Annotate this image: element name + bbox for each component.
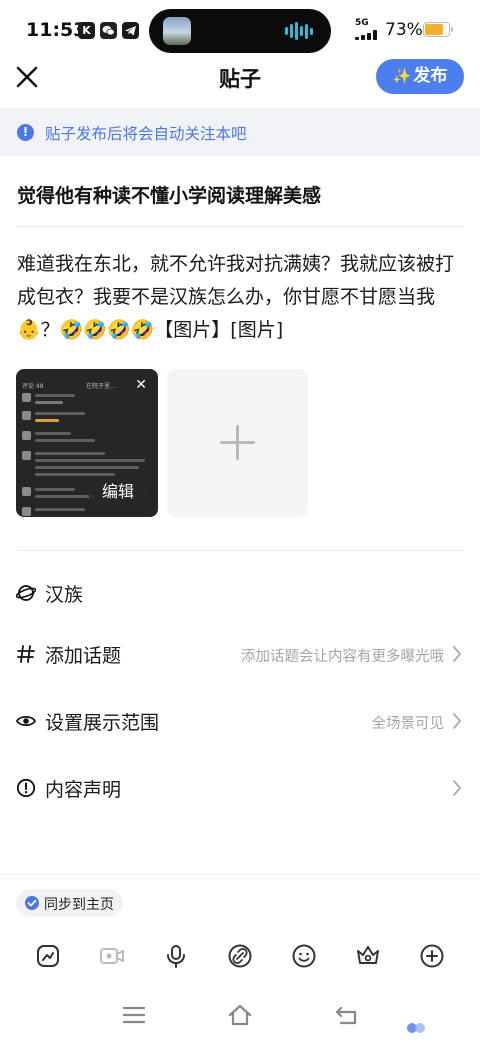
sticker-icon[interactable]	[35, 943, 61, 969]
divider	[17, 550, 464, 551]
emoji-icon[interactable]	[291, 943, 317, 969]
visibility-label: 设置展示范围	[45, 712, 160, 734]
alert-circle-icon	[16, 778, 36, 798]
edit-image-button[interactable]: 编辑	[88, 478, 148, 506]
check-icon	[25, 896, 39, 910]
telegram-icon	[122, 22, 139, 39]
sync-label: 同步到主页	[44, 897, 114, 913]
forum-label: 汉族	[45, 584, 84, 606]
header: 贴子 ✨ 发布	[0, 58, 480, 98]
auto-follow-notice: ! 贴子发布后将会自动关注本吧	[0, 108, 480, 156]
chevron-right-icon	[453, 713, 461, 729]
battery-percent: 73%	[385, 20, 423, 40]
divider	[0, 874, 480, 875]
topic-hint: 添加话题会让内容有更多曝光哦	[241, 649, 444, 665]
eye-icon	[16, 715, 36, 727]
notice-text: 贴子发布后将会自动关注本吧	[45, 125, 247, 143]
link-icon[interactable]	[227, 943, 253, 969]
image-snippet: 在院子里…	[86, 383, 117, 390]
declaration-label: 内容声明	[45, 779, 122, 801]
hashtag-icon	[17, 645, 35, 663]
topic-row[interactable]: 添加话题 添加话题会让内容有更多曝光哦	[0, 628, 480, 680]
audio-wave-icon	[285, 22, 315, 40]
post-body-input[interactable]: 难道我在东北，就不允许我对抗满姨？我就应该被打成包衣？我要不是汉族怎么办，你甘愿…	[17, 248, 467, 347]
forum-icon	[16, 585, 36, 601]
media-thumbnail	[163, 17, 191, 45]
chevron-right-icon	[453, 646, 461, 662]
sync-to-homepage-toggle[interactable]: 同步到主页	[16, 889, 123, 917]
k-app-icon: K	[78, 22, 95, 39]
crown-icon[interactable]	[355, 943, 381, 969]
divider	[17, 226, 464, 227]
chevron-right-icon	[453, 780, 461, 796]
remove-image-icon[interactable]: ✕	[135, 377, 147, 393]
declaration-row[interactable]: 内容声明	[0, 762, 480, 814]
battery-cap	[451, 27, 453, 32]
visibility-value: 全场景可见	[371, 716, 445, 732]
menu-icon[interactable]	[121, 1003, 147, 1027]
signal-bars-icon	[355, 30, 381, 40]
publish-button[interactable]: ✨ 发布	[376, 59, 464, 94]
dynamic-island[interactable]	[149, 9, 331, 53]
visibility-row[interactable]: 设置展示范围 全场景可见	[0, 695, 480, 747]
publish-label: 发布	[413, 66, 448, 86]
home-icon[interactable]	[227, 1003, 253, 1027]
battery-icon	[423, 22, 450, 37]
video-icon[interactable]	[99, 943, 125, 969]
image-header: 评论 48	[22, 383, 44, 390]
battery-fill	[425, 24, 444, 35]
forum-row[interactable]: 汉族	[0, 567, 480, 619]
back-icon[interactable]	[333, 1003, 359, 1027]
post-title-input[interactable]: 觉得他有种读不懂小学阅读理解美感	[17, 181, 321, 208]
sparkle-icon: ✨	[392, 67, 412, 85]
add-icon[interactable]	[419, 943, 445, 969]
network-type: 5G	[355, 18, 369, 28]
microphone-icon[interactable]	[163, 943, 189, 969]
floating-assistant-icon[interactable]	[405, 1020, 427, 1036]
add-image-button[interactable]	[167, 369, 308, 517]
info-icon: !	[17, 124, 34, 141]
status-bar: 11:53 K 5G 73%	[0, 0, 480, 62]
wechat-icon	[100, 22, 117, 39]
topic-label: 添加话题	[45, 645, 122, 667]
